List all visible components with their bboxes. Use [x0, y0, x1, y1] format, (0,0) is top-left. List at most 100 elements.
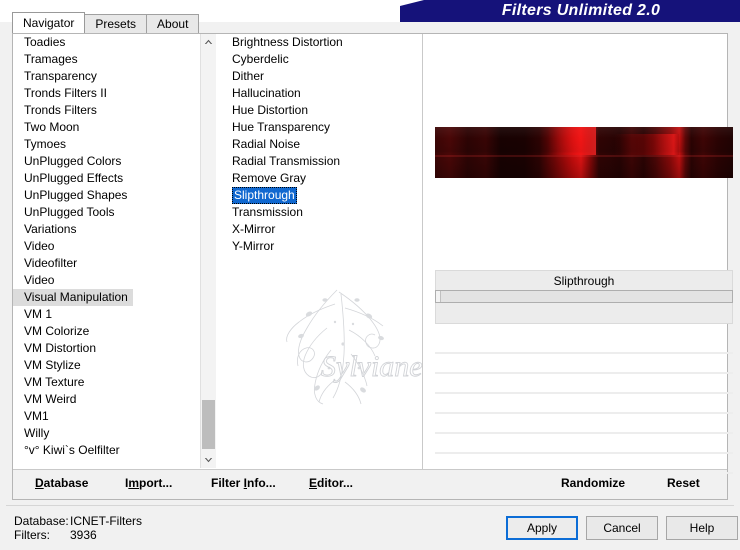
list-item[interactable]: Brightness Distortion — [220, 34, 420, 51]
list-item[interactable]: Variations — [13, 221, 209, 238]
filters-unlimited-window: Filters Unlimited 2.0 Navigator Presets … — [0, 0, 740, 550]
list-item[interactable]: Transparency — [13, 68, 209, 85]
filter-effect-list[interactable]: Brightness Distortion Cyberdelic Dither … — [220, 34, 420, 468]
list-item[interactable]: Radial Transmission — [220, 153, 420, 170]
filter-preview-image[interactable] — [435, 127, 733, 178]
accel-char: m — [128, 476, 140, 490]
list-item[interactable]: Two Moon — [13, 119, 209, 136]
list-item[interactable]: Remove Gray — [220, 170, 420, 187]
editor-button[interactable]: Editor... — [309, 476, 353, 490]
list-item[interactable]: Tronds Filters — [13, 102, 209, 119]
list-item[interactable]: Hue Transparency — [220, 119, 420, 136]
filter-label: Radial Noise — [232, 137, 301, 151]
label-rest: nfo... — [247, 476, 276, 490]
list-item[interactable]: Willy — [13, 425, 209, 442]
parameter-row — [435, 434, 733, 454]
apply-button[interactable]: Apply — [506, 516, 578, 540]
parameter-row — [435, 414, 733, 434]
list-item[interactable]: UnPlugged Tools — [13, 204, 209, 221]
cancel-button[interactable]: Cancel — [586, 516, 658, 540]
list-item[interactable]: Hallucination — [220, 85, 420, 102]
list-item[interactable]: Toadies — [13, 34, 209, 51]
slider-thumb[interactable] — [436, 291, 441, 302]
category-label: UnPlugged Tools — [24, 205, 115, 219]
list-item[interactable]: VM Weird — [13, 391, 209, 408]
label-rest: ditor... — [317, 476, 354, 490]
status-filters-value: 3936 — [70, 528, 97, 542]
list-item[interactable]: Cyberdelic — [220, 51, 420, 68]
list-item[interactable]: Video — [13, 238, 209, 255]
parameter-row — [435, 394, 733, 414]
category-label: Variations — [24, 222, 77, 236]
list-item[interactable]: VM Distortion — [13, 340, 209, 357]
filter-label: Radial Transmission — [232, 154, 341, 168]
category-label: Tronds Filters — [24, 103, 97, 117]
list-item[interactable]: UnPlugged Colors — [13, 153, 209, 170]
category-list-scrollbar[interactable] — [200, 34, 216, 468]
list-item[interactable]: UnPlugged Shapes — [13, 187, 209, 204]
list-item[interactable]: Y-Mirror — [220, 238, 420, 255]
category-label: UnPlugged Shapes — [24, 188, 128, 202]
list-item[interactable]: VM Colorize — [13, 323, 209, 340]
list-item[interactable]: Videofilter — [13, 255, 209, 272]
filter-label-selected: Slipthrough — [232, 187, 297, 204]
category-label: Videofilter — [24, 256, 78, 270]
category-label: Toadies — [24, 35, 66, 49]
parameter-row — [435, 374, 733, 394]
preview-streak — [548, 127, 596, 155]
list-item[interactable]: UnPlugged Effects — [13, 170, 209, 187]
database-button[interactable]: Database — [35, 476, 88, 490]
filter-category-list[interactable]: Toadies Tramages Transparency Tronds Fil… — [13, 34, 209, 468]
category-label: VM 1 — [24, 307, 53, 321]
filter-label: Cyberdelic — [232, 52, 289, 66]
help-button[interactable]: Help — [666, 516, 738, 540]
parameter-row — [435, 354, 733, 374]
randomize-button[interactable]: Randomize — [561, 476, 625, 490]
chevron-up-icon[interactable] — [201, 34, 216, 50]
chevron-down-icon[interactable] — [201, 452, 216, 468]
list-item[interactable]: VM 1 — [13, 306, 209, 323]
accel-char: D — [35, 476, 44, 490]
list-item[interactable]: VM1 — [13, 408, 209, 425]
filter-label: Transmission — [232, 205, 303, 219]
parameter-row — [435, 334, 733, 354]
reset-button[interactable]: Reset — [667, 476, 700, 490]
import-button[interactable]: Import... — [125, 476, 172, 490]
parameter-title: Slipthrough — [435, 270, 733, 290]
list-item[interactable]: Tymoes — [13, 136, 209, 153]
list-item[interactable]: Transmission — [220, 204, 420, 221]
category-label: UnPlugged Effects — [24, 171, 124, 185]
list-item[interactable]: X-Mirror — [220, 221, 420, 238]
list-item-selected[interactable]: Slipthrough — [220, 187, 420, 204]
category-label: °v° Kiwi`s Oelfilter — [24, 443, 120, 457]
list-item[interactable]: °v° Kiwi`s Oelfilter — [13, 442, 209, 459]
filter-label: Hallucination — [232, 86, 301, 100]
list-item[interactable]: Radial Noise — [220, 136, 420, 153]
filter-info-button[interactable]: Filter Info... — [211, 476, 276, 490]
list-item[interactable]: Dither — [220, 68, 420, 85]
tab-presets[interactable]: Presets — [84, 14, 148, 33]
tab-about[interactable]: About — [146, 14, 200, 33]
category-label: Tramages — [24, 52, 78, 66]
list-item[interactable]: VM Stylize — [13, 357, 209, 374]
category-label: Two Moon — [24, 120, 80, 134]
list-item[interactable]: Tronds Filters II — [13, 85, 209, 102]
tab-navigator[interactable]: Navigator — [12, 12, 86, 33]
preview-streak — [613, 134, 680, 155]
parameter-blank-strip — [435, 303, 733, 324]
scrollbar-thumb[interactable] — [202, 400, 215, 449]
category-label: Willy — [24, 426, 50, 440]
list-item[interactable]: Tramages — [13, 51, 209, 68]
list-item[interactable]: Hue Distortion — [220, 102, 420, 119]
category-label: Video — [24, 239, 55, 253]
list-item[interactable]: VM Texture — [13, 374, 209, 391]
app-title: Filters Unlimited 2.0 — [501, 2, 661, 19]
category-label: VM Texture — [24, 375, 85, 389]
list-item-selected[interactable]: Visual Manipulation — [13, 289, 209, 306]
navigator-panel: Toadies Tramages Transparency Tronds Fil… — [12, 33, 733, 500]
parameter-slider[interactable] — [435, 290, 733, 303]
label-rest: port... — [139, 476, 173, 490]
label-rest: atabase — [43, 476, 89, 490]
list-item[interactable]: Video — [13, 272, 209, 289]
parameter-panel: Slipthrough — [435, 270, 733, 324]
